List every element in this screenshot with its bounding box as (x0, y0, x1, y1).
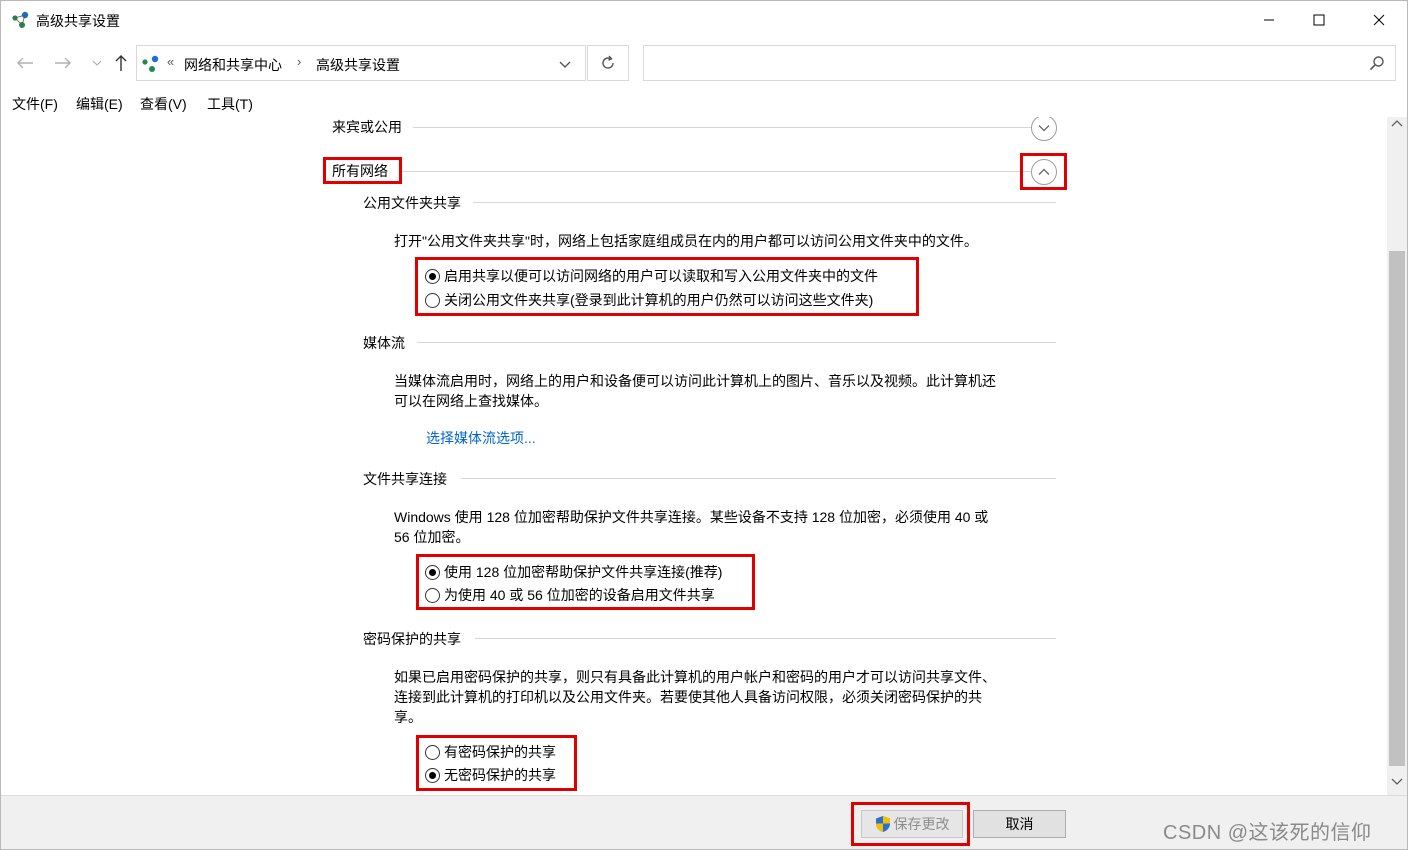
address-row: « 网络和共享中心 › 高级共享设置 (1, 41, 1407, 87)
arrow-up-icon (115, 55, 127, 71)
menu-edit[interactable]: 编辑(E) (76, 94, 123, 114)
network-location-icon (142, 55, 159, 72)
recent-locations-button[interactable] (85, 51, 109, 75)
advanced-sharing-window: 高级共享设置 « 网络和共享中心 › 高级共享设置 文件(F) 编辑(E) 查看… (0, 0, 1408, 850)
window-title: 高级共享设置 (36, 13, 120, 29)
settings-content: 来宾或公用 所有网络 公用文件夹共享 打开"公用文件夹共享"时，网络上包括家庭组… (1, 117, 1387, 795)
up-button[interactable] (109, 51, 133, 75)
breadcrumb-separator[interactable]: › (297, 54, 301, 69)
file-sharing-description-1: Windows 使用 128 位加密帮助保护文件共享连接。某些设备不支持 128… (394, 509, 989, 525)
section-heading-media-streaming: 媒体流 (363, 335, 405, 351)
arrow-left-icon (17, 57, 33, 69)
menu-view[interactable]: 查看(V) (140, 94, 187, 114)
menu-tools[interactable]: 工具(T) (207, 94, 253, 114)
footer-bar: 保存更改 取消 CSDN @这该死的信仰 (1, 795, 1407, 849)
password-sharing-description-3: 享。 (394, 709, 422, 725)
scrollbar-thumb[interactable] (1389, 251, 1405, 766)
watermark-text: CSDN @这该死的信仰 (1163, 822, 1372, 844)
divider (461, 478, 1056, 479)
highlight-box (416, 554, 755, 610)
highlight-box (416, 735, 577, 791)
title-bar: 高级共享设置 (1, 1, 1407, 39)
search-field[interactable] (643, 45, 1396, 81)
back-button[interactable] (13, 51, 37, 75)
chevron-down-icon (1038, 125, 1050, 132)
vertical-scrollbar[interactable] (1387, 117, 1407, 795)
network-app-icon (12, 11, 29, 28)
chevron-up-icon[interactable] (1391, 119, 1403, 129)
close-icon (1373, 14, 1385, 26)
menu-file[interactable]: 文件(F) (12, 94, 58, 114)
cancel-label: 取消 (1005, 816, 1034, 832)
forward-button[interactable] (51, 51, 75, 75)
refresh-button[interactable] (587, 45, 629, 81)
arrow-right-icon (55, 57, 71, 69)
file-sharing-description-2: 56 位加密。 (394, 529, 470, 545)
highlight-box (1020, 153, 1067, 190)
media-streaming-options-link[interactable]: 选择媒体流选项... (426, 428, 536, 448)
refresh-icon (602, 55, 614, 69)
password-sharing-description-1: 如果已启用密码保护的共享，则只有具备此计算机的用户帐户和密码的用户才可以访问共享… (394, 669, 996, 685)
divider (417, 342, 1056, 343)
password-sharing-description-2: 连接到此计算机的打印机以及公用文件夹。若要使其他人具备访问权限，必须关闭密码保护… (394, 689, 982, 705)
highlight-box (851, 802, 970, 846)
section-heading-password-sharing: 密码保护的共享 (363, 631, 461, 647)
search-input[interactable] (650, 52, 1350, 74)
chevron-down-icon[interactable] (557, 56, 573, 72)
media-streaming-description-2: 可以在网络上查找媒体。 (394, 393, 548, 409)
divider (413, 127, 1031, 128)
section-heading-file-sharing: 文件共享连接 (363, 471, 447, 487)
search-icon[interactable] (1369, 55, 1385, 71)
maximize-button[interactable] (1296, 1, 1342, 39)
address-bar[interactable]: « 网络和共享中心 › 高级共享设置 (136, 45, 586, 81)
breadcrumb-network-center[interactable]: 网络和共享中心 (184, 55, 282, 75)
minimize-button[interactable] (1246, 1, 1292, 39)
divider (473, 202, 1056, 203)
profile-guest-public[interactable]: 来宾或公用 (332, 117, 402, 137)
menu-bar: 文件(F) 编辑(E) 查看(V) 工具(T) (1, 91, 1407, 117)
close-button[interactable] (1356, 1, 1402, 39)
public-folder-description: 打开"公用文件夹共享"时，网络上包括家庭组成员在内的用户都可以访问公用文件夹中的… (394, 233, 978, 249)
expand-guest-public-button[interactable] (1031, 117, 1057, 141)
media-streaming-description-1: 当媒体流启用时，网络上的用户和设备便可以访问此计算机上的图片、音乐以及视频。此计… (394, 373, 996, 389)
minimize-icon (1264, 19, 1274, 21)
breadcrumb-advanced-sharing[interactable]: 高级共享设置 (316, 55, 400, 75)
overflow-chevron[interactable]: « (167, 54, 174, 69)
highlight-box (415, 257, 919, 316)
cancel-button[interactable]: 取消 (973, 810, 1066, 838)
section-heading-public-folder: 公用文件夹共享 (363, 195, 461, 211)
maximize-icon (1313, 14, 1325, 26)
highlight-box (323, 157, 402, 184)
chevron-down-icon (92, 60, 102, 66)
divider (401, 171, 1031, 172)
divider (475, 638, 1056, 639)
chevron-down-icon[interactable] (1391, 777, 1403, 787)
